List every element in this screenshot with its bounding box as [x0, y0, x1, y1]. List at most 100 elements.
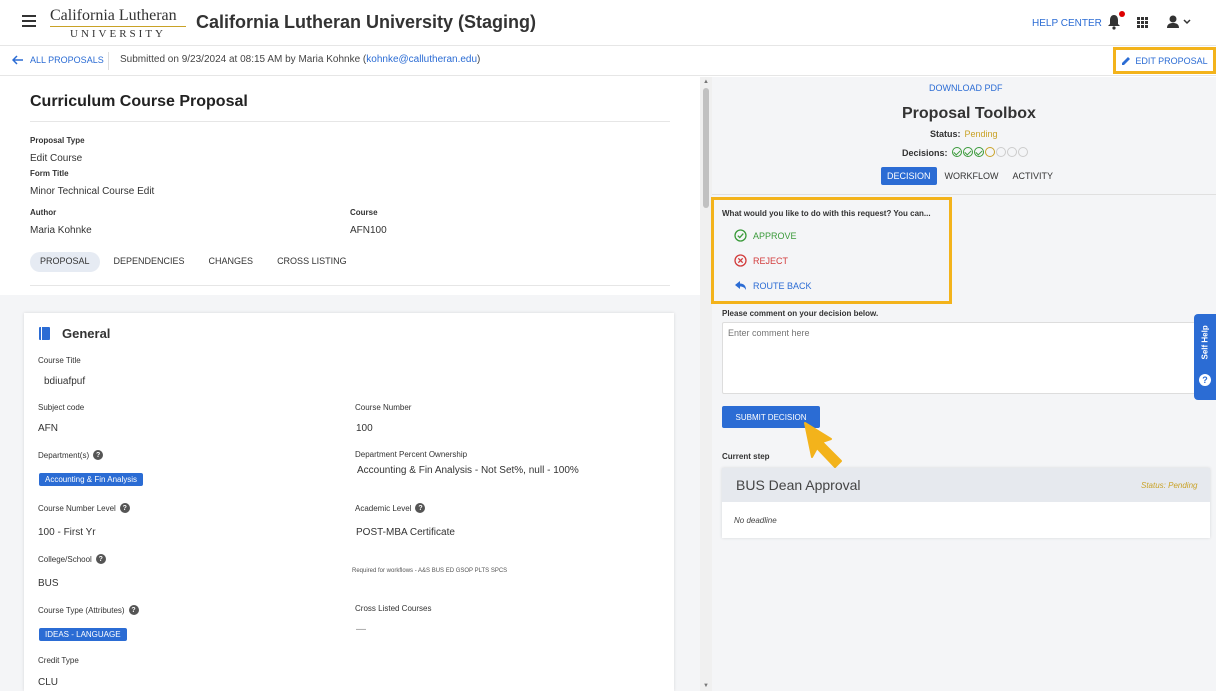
credit-type-label-text: Credit Type: [38, 656, 79, 665]
cross-listed-label: Cross Listed Courses: [355, 604, 431, 613]
course-type-label-text: Course Type (Attributes): [38, 605, 125, 615]
arrow-left-icon: [12, 55, 23, 65]
college-value: BUS: [38, 578, 59, 589]
submission-suffix: ): [477, 54, 481, 65]
edit-proposal-button[interactable]: EDIT PROPOSAL: [1113, 47, 1216, 74]
approve-option[interactable]: APPROVE: [734, 229, 797, 242]
course-number-label: Course Number: [355, 403, 411, 412]
proposal-type-value: Edit Course: [30, 153, 83, 164]
decisions-label: Decisions:: [902, 148, 948, 158]
cross-listed-value: —: [356, 624, 366, 635]
dept-percent-label-text: Department Percent Ownership: [355, 450, 468, 459]
dept-percent-value: Accounting & Fin Analysis - Not Set%, nu…: [357, 465, 579, 476]
decision-dots: [951, 147, 1029, 159]
course-title-value: bdiuafpuf: [44, 376, 86, 387]
question-icon[interactable]: ?: [1199, 374, 1211, 386]
tab-cross-listing[interactable]: CROSS LISTING: [267, 252, 357, 272]
notification-dot: [1119, 11, 1125, 17]
menu-icon[interactable]: [22, 15, 36, 27]
course-number-level-label-text: Course Number Level: [38, 503, 116, 513]
edit-proposal-label: EDIT PROPOSAL: [1135, 55, 1208, 66]
author-label: Author: [30, 208, 57, 217]
x-circle-icon: [734, 254, 747, 267]
route-back-label: ROUTE BACK: [753, 280, 812, 291]
step-title: BUS Dean Approval: [736, 477, 861, 493]
check-circle-icon: [734, 229, 747, 242]
form-title-label: Form Title: [30, 169, 69, 178]
subbar-divider: [108, 52, 109, 70]
tab-activity[interactable]: ACTIVITY: [1007, 167, 1060, 185]
decision-question: What would you like to do with this requ…: [722, 209, 931, 218]
course-type-label: Course Type (Attributes)?: [38, 605, 139, 615]
bell-icon[interactable]: [1107, 14, 1121, 30]
logo-top-text: California Lutheran: [50, 7, 177, 24]
course-number-level-value: 100 - First Yr: [38, 527, 96, 538]
help-icon[interactable]: ?: [119, 503, 130, 513]
comment-input[interactable]: [722, 322, 1198, 394]
help-icon[interactable]: ?: [93, 450, 104, 460]
course-title-label: Course Title: [38, 356, 81, 365]
pencil-icon: [1122, 56, 1131, 65]
author-value: Maria Kohnke: [30, 225, 92, 236]
help-center-link[interactable]: HELP CENTER: [1032, 18, 1102, 29]
proposal-title: Curriculum Course Proposal: [30, 93, 248, 110]
tab-decision[interactable]: DECISION: [881, 167, 937, 185]
toolbox-tabs: DECISION WORKFLOW ACTIVITY: [881, 167, 1059, 185]
book-icon: [39, 327, 50, 340]
university-logo[interactable]: California Lutheran UNIVERSITY: [50, 7, 188, 41]
self-help-label: Self Help: [1200, 325, 1210, 360]
tab-proposal[interactable]: PROPOSAL: [30, 252, 100, 272]
reject-label: REJECT: [753, 255, 789, 266]
academic-level-value: POST-MBA Certificate: [356, 527, 455, 538]
tabs-divider: [30, 285, 670, 286]
course-value: AFN100: [350, 225, 387, 236]
tab-dependencies[interactable]: DEPENDENCIES: [104, 252, 195, 272]
status-value: Pending: [964, 129, 998, 139]
dept-percent-label: Department Percent Ownership: [355, 450, 467, 459]
general-section-title: General: [39, 326, 110, 341]
submission-text: Submitted on 9/23/2024 at 08:15 AM by Ma…: [120, 54, 367, 65]
all-proposals-link[interactable]: ALL PROPOSALS: [12, 55, 104, 65]
scroll-down-arrow[interactable]: ▼: [703, 683, 709, 689]
toolbox-title: Proposal Toolbox: [902, 105, 1036, 122]
course-number-label-text: Course Number: [355, 403, 412, 412]
course-type-chip: IDEAS - LANGUAGE: [39, 628, 127, 641]
proposal-tabs: PROPOSAL DEPENDENCIES CHANGES CROSS LIST…: [30, 252, 361, 272]
top-header: California Lutheran UNIVERSITY Californi…: [0, 0, 1216, 46]
form-title-value: Minor Technical Course Edit: [30, 186, 155, 197]
credit-type-value: CLU: [38, 677, 59, 688]
subject-code-value: AFN: [38, 423, 58, 434]
scroll-up-arrow[interactable]: ▲: [703, 79, 709, 85]
decision-dot: [973, 147, 984, 157]
credit-type-label: Credit Type: [38, 656, 79, 665]
decision-dot: [1006, 147, 1017, 157]
tab-workflow[interactable]: WORKFLOW: [939, 167, 1005, 185]
scrollbar-thumb[interactable]: [703, 88, 709, 208]
general-title-text: General: [62, 326, 111, 341]
subject-code-label-text: Subject code: [38, 403, 85, 412]
submitter-email[interactable]: kohnke@callutheran.edu: [366, 54, 477, 65]
step-deadline: No deadline: [734, 516, 777, 525]
title-divider: [30, 121, 670, 122]
tab-changes[interactable]: CHANGES: [199, 252, 264, 272]
proposal-type-label: Proposal Type: [30, 136, 85, 145]
toolbox-divider: [712, 194, 1216, 195]
reject-option[interactable]: REJECT: [734, 254, 788, 267]
decision-dot: [962, 147, 973, 157]
departments-label: Department(s)?: [38, 450, 104, 460]
apps-grid-icon[interactable]: [1137, 17, 1148, 28]
help-icon[interactable]: ?: [95, 554, 106, 564]
proposal-status: Status: Pending: [930, 129, 998, 139]
user-menu-icon[interactable]: [1166, 14, 1192, 30]
download-pdf-link[interactable]: DOWNLOAD PDF: [929, 83, 1003, 93]
all-proposals-label: ALL PROPOSALS: [30, 55, 104, 65]
current-step-label: Current step: [722, 452, 770, 461]
help-icon[interactable]: ?: [415, 503, 426, 513]
course-number-level-label: Course Number Level?: [38, 503, 130, 513]
academic-level-label: Academic Level?: [355, 503, 426, 513]
college-label-text: College/School: [38, 554, 92, 564]
departments-label-text: Department(s): [38, 450, 90, 460]
college-label: College/School?: [38, 554, 106, 564]
route-back-option[interactable]: ROUTE BACK: [734, 279, 812, 292]
help-icon[interactable]: ?: [128, 605, 139, 615]
